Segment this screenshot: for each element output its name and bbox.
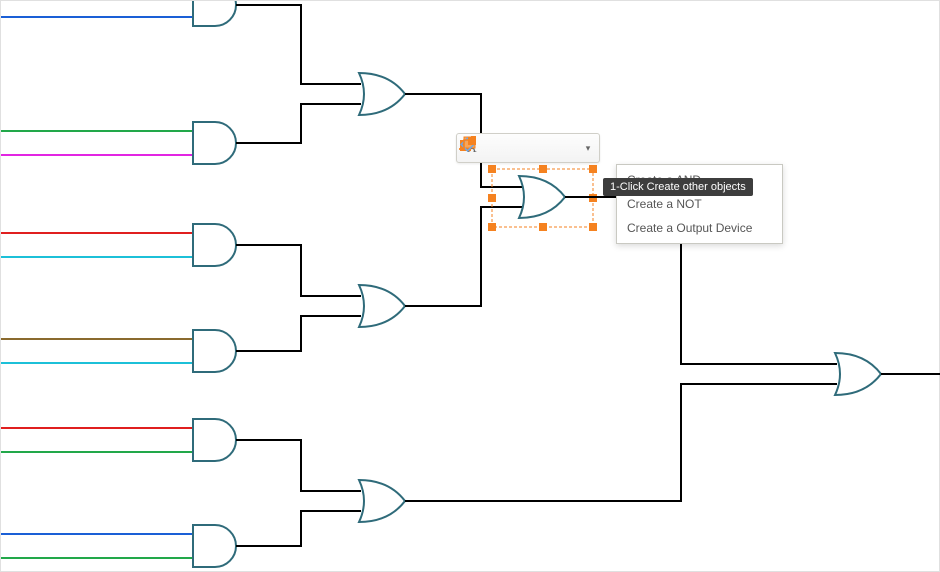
gate-and-6[interactable]: [1, 525, 236, 567]
gate-and-2[interactable]: [1, 122, 236, 164]
gate-or-2[interactable]: [359, 285, 405, 327]
circuit-canvas[interactable]: A ▾ Create a AND Create a NOT Create a O…: [0, 0, 940, 572]
wire-and3-or2[interactable]: [236, 245, 361, 296]
circuit-svg: [1, 1, 940, 572]
create-menu: Create a AND Create a NOT Create a Outpu…: [616, 164, 783, 244]
wire-and5-or3[interactable]: [236, 440, 361, 491]
wire-and6-or3[interactable]: [236, 511, 361, 546]
wire-or2-or4[interactable]: [405, 207, 523, 306]
gate-and-1[interactable]: [1, 1, 236, 26]
menu-create-output-device[interactable]: Create a Output Device: [617, 216, 782, 240]
gate-or-3[interactable]: [359, 480, 405, 522]
connector-shape-tool-icon[interactable]: [557, 137, 579, 159]
gate-and-5[interactable]: [1, 419, 236, 461]
gate-and-4[interactable]: [1, 330, 236, 372]
connector-tool-icon[interactable]: [485, 137, 507, 159]
shape-stack-icon[interactable]: [509, 137, 531, 159]
tooltip-create-other: 1-Click Create other objects: [603, 178, 753, 196]
gate-or-final[interactable]: [835, 353, 881, 395]
diamond-tool-icon[interactable]: [533, 137, 555, 159]
wire-and4-or2[interactable]: [236, 316, 361, 351]
gate-or-selected[interactable]: [519, 176, 565, 218]
wire-and1-or1[interactable]: [236, 5, 361, 84]
toolbar-dropdown-caret-icon[interactable]: ▾: [581, 137, 595, 159]
gate-or-1[interactable]: [359, 73, 405, 115]
wire-and2-or1[interactable]: [236, 104, 361, 143]
quick-create-toolbar[interactable]: A ▾: [456, 133, 600, 163]
wire-or3-final[interactable]: [405, 384, 837, 501]
gate-and-3[interactable]: [1, 224, 236, 266]
